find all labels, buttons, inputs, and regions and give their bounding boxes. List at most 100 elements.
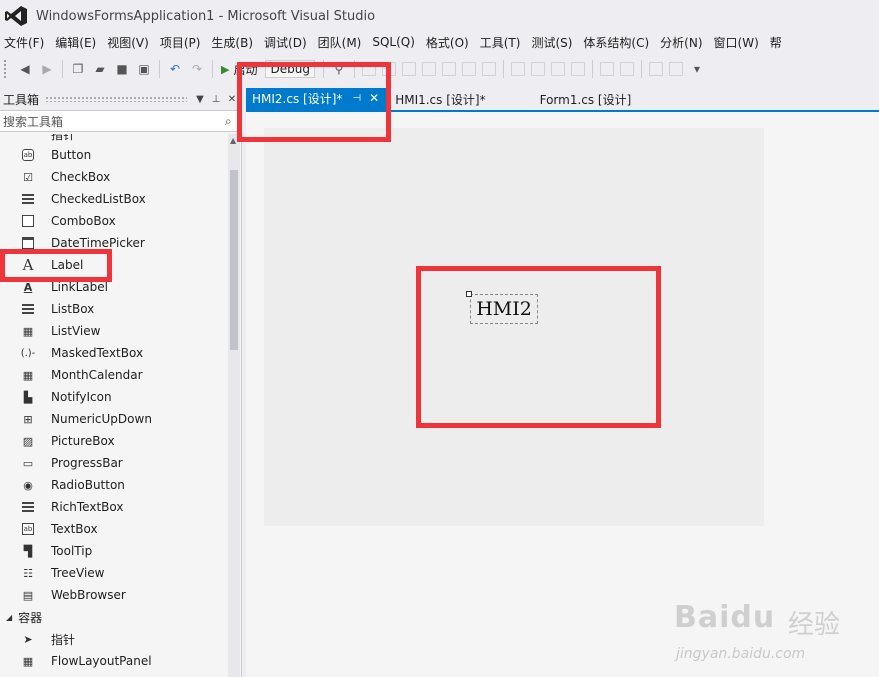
toolbox-item-listbox[interactable]: ListBox xyxy=(0,298,226,320)
tab-hmi2-design[interactable]: HMI2.cs [设计]* ⊣ ✕ xyxy=(246,88,390,110)
make-same-width-icon[interactable] xyxy=(510,62,525,76)
size-to-grid-icon[interactable] xyxy=(570,62,585,76)
scroll-up-icon[interactable]: ▲ xyxy=(230,136,236,145)
toolbox-item-maskedtextbox[interactable]: (.)- MaskedTextBox xyxy=(0,342,226,364)
menu-sql[interactable]: SQL(Q) xyxy=(370,35,424,49)
toolbar-grip[interactable] xyxy=(4,60,8,78)
scroll-thumb[interactable] xyxy=(230,170,238,350)
editor-area: HMI2.cs [设计]* ⊣ ✕ HMI1.cs [设计]* Form1.cs… xyxy=(246,88,879,677)
toolbox-item-progressbar[interactable]: ▭ ProgressBar xyxy=(0,452,226,474)
open-file-icon[interactable]: ▰ xyxy=(92,61,108,77)
toolbox-header: 工具箱 ▼ ⊥ ✕ xyxy=(0,88,241,110)
tab-hmi1-design[interactable]: HMI1.cs [设计]* xyxy=(389,88,495,110)
search-icon[interactable]: ⌕ xyxy=(225,114,241,129)
progressbar-icon: ▭ xyxy=(22,456,34,470)
horizontal-spacing-icon[interactable] xyxy=(599,62,614,76)
form-design-surface[interactable]: HMI2 xyxy=(264,128,764,526)
toolbox-item-label: CheckBox xyxy=(51,170,111,184)
make-same-height-icon[interactable] xyxy=(530,62,545,76)
menu-debug[interactable]: 调试(D) xyxy=(262,34,316,51)
toolbox-scrollbar[interactable]: ▲ xyxy=(228,134,240,677)
toolbox-item-listview[interactable]: ▦ ListView xyxy=(0,320,226,342)
resize-handle[interactable] xyxy=(466,291,472,297)
toolbox-item-combobox[interactable]: ComboBox xyxy=(0,210,226,232)
save-icon[interactable]: ■ xyxy=(114,61,130,77)
toolbox-item-flowlayoutpanel[interactable]: ▦ FlowLayoutPanel xyxy=(0,650,226,672)
menu-edit[interactable]: 编辑(E) xyxy=(53,34,105,51)
redo-icon[interactable]: ↷ xyxy=(189,61,205,77)
menu-analyze[interactable]: 分析(N) xyxy=(658,34,711,51)
menu-team[interactable]: 团队(M) xyxy=(316,34,371,51)
solution-configuration-select[interactable]: Debug xyxy=(265,60,315,78)
forward-icon[interactable]: ▶ xyxy=(39,61,55,77)
standard-toolbar: ◀ ▶ ❐ ▰ ■ ▣ ↶ ↷ ▶ 启动 Debug ⚲ ▾ xyxy=(0,56,879,82)
toolbox-search-input[interactable]: 搜索工具箱 xyxy=(3,113,225,130)
window-position-dropdown-icon[interactable]: ▼ xyxy=(193,94,207,105)
toolbox-item-label: ToolTip xyxy=(51,544,93,558)
tab-form1-design[interactable]: Form1.cs [设计] xyxy=(534,88,642,110)
toolbox-item-richtextbox[interactable]: RichTextBox xyxy=(0,496,226,518)
toolbox-item-label: DateTimePicker xyxy=(51,236,145,250)
new-project-icon[interactable]: ❐ xyxy=(70,61,86,77)
close-tab-icon[interactable]: ✕ xyxy=(369,91,379,105)
find-in-files-icon[interactable]: ⚲ xyxy=(331,61,347,77)
toolbox-item-pointer[interactable]: ➤ 指针 xyxy=(0,628,226,650)
toolbox-item-linklabel[interactable]: A LinkLabel xyxy=(0,276,226,298)
menu-test[interactable]: 测试(S) xyxy=(529,34,581,51)
toolbox-item-label: Button xyxy=(51,148,92,162)
menu-build[interactable]: 生成(B) xyxy=(209,34,262,51)
collapse-triangle-icon[interactable]: ◢ xyxy=(6,613,12,622)
align-to-grid-icon[interactable] xyxy=(361,62,376,76)
designer-label-control[interactable]: HMI2 xyxy=(470,294,538,324)
menu-window[interactable]: 窗口(W) xyxy=(712,34,768,51)
menu-view[interactable]: 视图(V) xyxy=(105,34,158,51)
toolbox-item-monthcalendar[interactable]: ▦ MonthCalendar xyxy=(0,364,226,386)
toolbox-item-notifyicon[interactable]: ▙ NotifyIcon xyxy=(0,386,226,408)
toolbox-item-label[interactable]: A Label xyxy=(0,254,226,276)
toolbox-item-label: ProgressBar xyxy=(51,456,123,470)
toolbox-item-textbox[interactable]: ab TextBox xyxy=(0,518,226,540)
menu-architecture[interactable]: 体系结构(C) xyxy=(581,34,658,51)
menu-help[interactable]: 帮 xyxy=(768,34,791,51)
toolbox-item-radiobutton[interactable]: ◉ RadioButton xyxy=(0,474,226,496)
toolbox-item-label: ComboBox xyxy=(51,214,116,228)
toolbox-item-pointer-partial[interactable]: 指针 xyxy=(0,134,226,144)
datetimepicker-icon xyxy=(21,236,35,250)
menu-project[interactable]: 项目(P) xyxy=(158,34,210,51)
toolbox-item-treeview[interactable]: ☷ TreeView xyxy=(0,562,226,584)
menu-file[interactable]: 文件(F) xyxy=(2,34,53,51)
close-icon[interactable]: ✕ xyxy=(225,94,239,105)
save-all-icon[interactable]: ▣ xyxy=(136,61,152,77)
toolbox-drag-handle[interactable] xyxy=(45,96,187,102)
menu-format[interactable]: 格式(O) xyxy=(424,34,478,51)
align-bottoms-icon[interactable] xyxy=(481,62,496,76)
toolbox-search-box[interactable]: 搜索工具箱 ⌕ xyxy=(0,110,241,132)
toolbox-item-button[interactable]: ab Button xyxy=(0,144,226,166)
align-tops-icon[interactable] xyxy=(441,62,456,76)
toolbox-item-webbrowser[interactable]: ▤ WebBrowser xyxy=(0,584,226,606)
pin-tab-icon[interactable]: ⊣ xyxy=(352,93,361,104)
align-centers-icon[interactable] xyxy=(401,62,416,76)
menu-tools[interactable]: 工具(T) xyxy=(478,34,530,51)
toolbar-overflow-icon[interactable]: ▾ xyxy=(689,61,705,77)
toolbox-item-numericupdown[interactable]: ⊞ NumericUpDown xyxy=(0,408,226,430)
toolbox-item-tooltip[interactable]: ▜ ToolTip xyxy=(0,540,226,562)
pin-icon[interactable]: ⊥ xyxy=(209,94,223,105)
vertical-spacing-icon[interactable] xyxy=(619,62,634,76)
align-lefts-icon[interactable] xyxy=(381,62,396,76)
toolbox-item-label: 指针 xyxy=(51,134,76,142)
toolbox-group-containers[interactable]: ◢ 容器 xyxy=(0,606,226,628)
undo-icon[interactable]: ↶ xyxy=(167,61,183,77)
bring-to-front-icon[interactable] xyxy=(648,62,663,76)
back-icon[interactable]: ◀ xyxy=(17,61,33,77)
toolbox-item-datetimepicker[interactable]: DateTimePicker xyxy=(0,232,226,254)
send-to-back-icon[interactable] xyxy=(668,62,683,76)
toolbox-item-checkedlistbox[interactable]: CheckedListBox xyxy=(0,188,226,210)
label-icon: A xyxy=(22,256,34,274)
toolbox-item-checkbox[interactable]: ☑ CheckBox xyxy=(0,166,226,188)
align-middles-icon[interactable] xyxy=(461,62,476,76)
toolbox-item-picturebox[interactable]: ▨ PictureBox xyxy=(0,430,226,452)
make-same-size-icon[interactable] xyxy=(550,62,565,76)
align-rights-icon[interactable] xyxy=(421,62,436,76)
start-debug-button[interactable]: ▶ 启动 xyxy=(221,61,257,78)
